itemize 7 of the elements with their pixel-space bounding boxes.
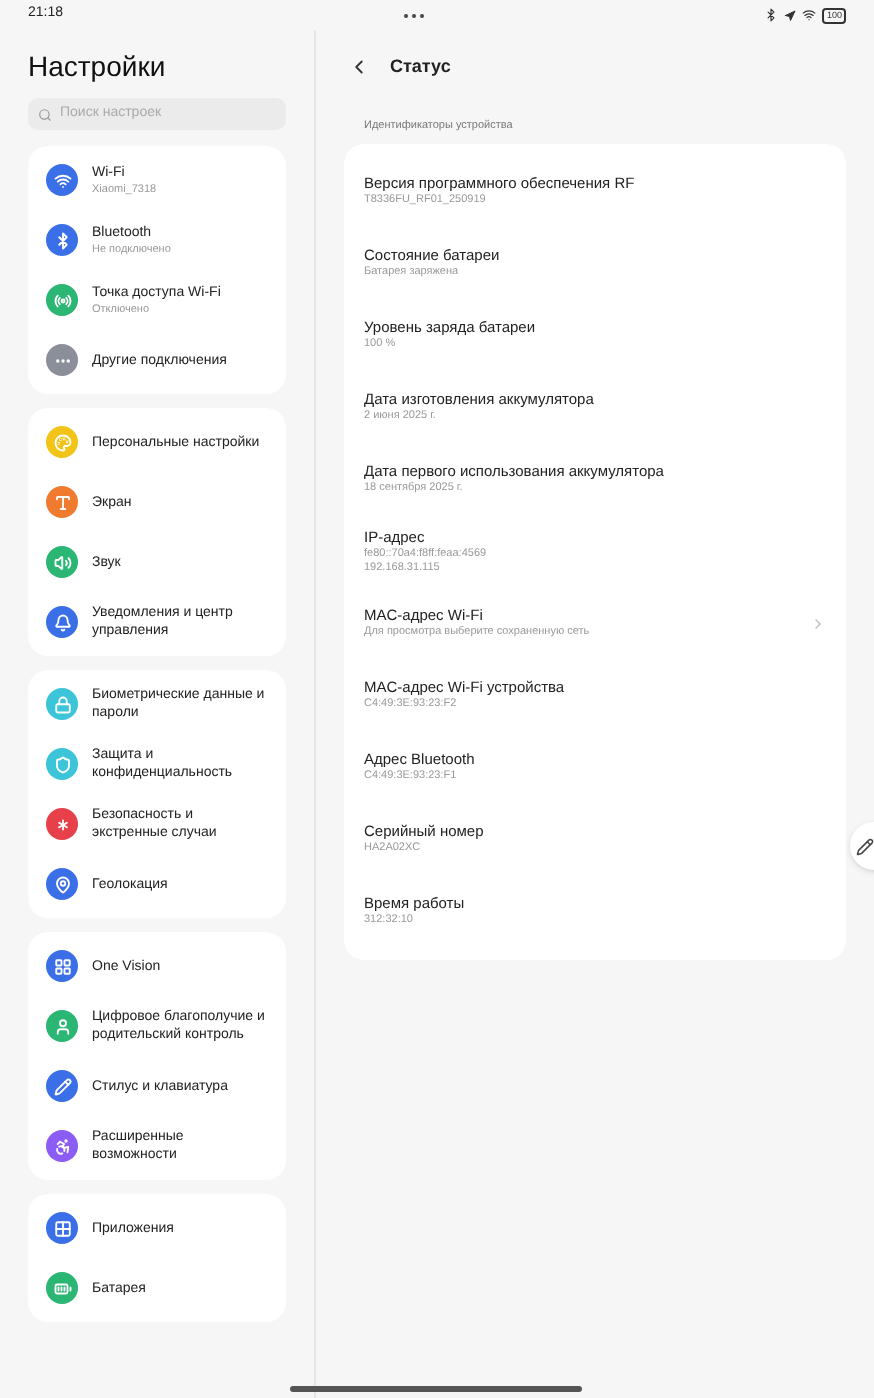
pencil-icon [856, 837, 874, 855]
bluetooth-status-icon [764, 8, 779, 22]
search-icon [38, 107, 52, 121]
detail-title: Статус [390, 54, 451, 80]
location-status-icon [784, 9, 797, 21]
page-title: Настройки [28, 48, 168, 86]
wifi-status-icon [802, 8, 817, 22]
